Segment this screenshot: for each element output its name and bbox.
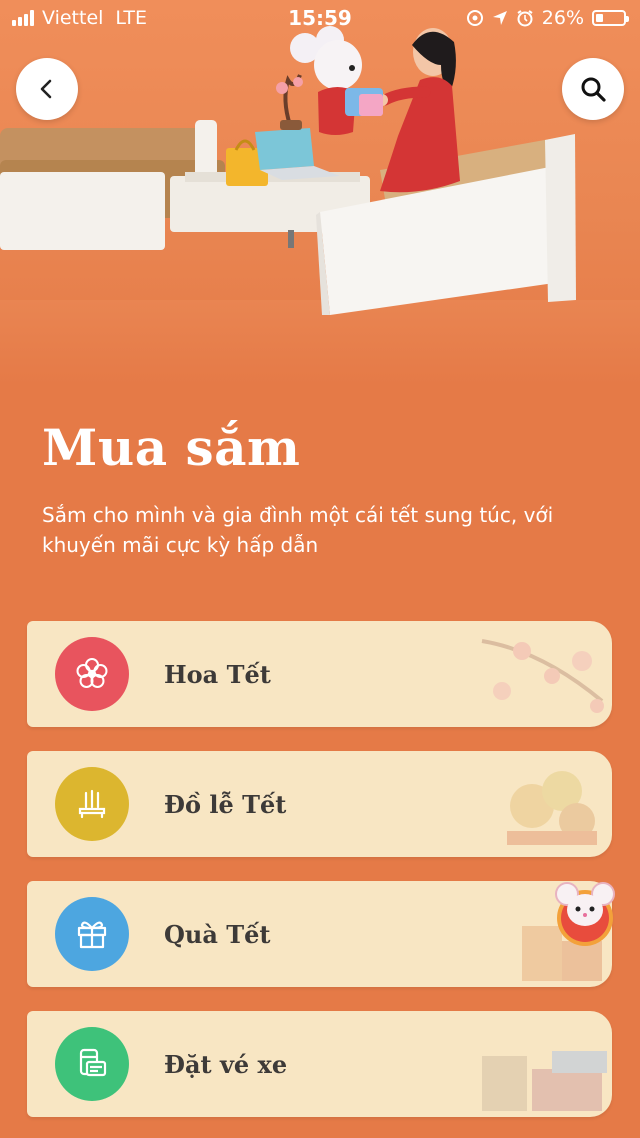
status-right: 26% [466, 7, 629, 29]
laptop [255, 128, 340, 180]
alarm-icon [517, 10, 533, 27]
fruit-tray-decoration [507, 771, 597, 845]
battery-icon [592, 10, 629, 26]
ticket-decoration [482, 1051, 607, 1111]
menu-label: Đặt vé xe [164, 1049, 288, 1079]
bus-ticket-icon [55, 1027, 129, 1101]
incense-icon [55, 767, 129, 841]
menu-item-hoa-tet[interactable]: Hoa Tết [27, 621, 612, 727]
page-subtitle: Sắm cho mình và gia đình một cái tết sun… [42, 503, 554, 557]
menu-item-dat-ve-xe[interactable]: Đặt vé xe [27, 1011, 612, 1117]
chevron-left-icon [40, 79, 52, 99]
menu-label: Quà Tết [164, 919, 271, 949]
menu-label: Đồ lễ Tết [164, 789, 287, 819]
gift-icon [55, 897, 129, 971]
search-icon [581, 77, 606, 102]
location-icon [492, 11, 507, 25]
menu-item-qua-tet[interactable]: Quà Tết [27, 881, 612, 987]
search-button[interactable] [562, 58, 624, 120]
flower-icon [55, 637, 129, 711]
status-bar: Viettel LTE 15:59 26% [0, 0, 640, 36]
living-room-scene [0, 26, 576, 315]
menu-label: Hoa Tết [164, 659, 271, 689]
woman-character [376, 28, 460, 193]
mouse-mascot-avatar[interactable] [553, 880, 617, 950]
blossom-decoration [481, 639, 604, 713]
screen-lock-icon [466, 10, 483, 26]
battery-percent: 26% [541, 7, 584, 29]
back-button[interactable] [16, 58, 78, 120]
page-title: Mua sắm [42, 418, 301, 477]
hero-illustration [0, 0, 640, 385]
bonsai [276, 74, 303, 130]
mouse-character [290, 26, 383, 135]
menu-item-do-le-tet[interactable]: Đồ lễ Tết [27, 751, 612, 857]
